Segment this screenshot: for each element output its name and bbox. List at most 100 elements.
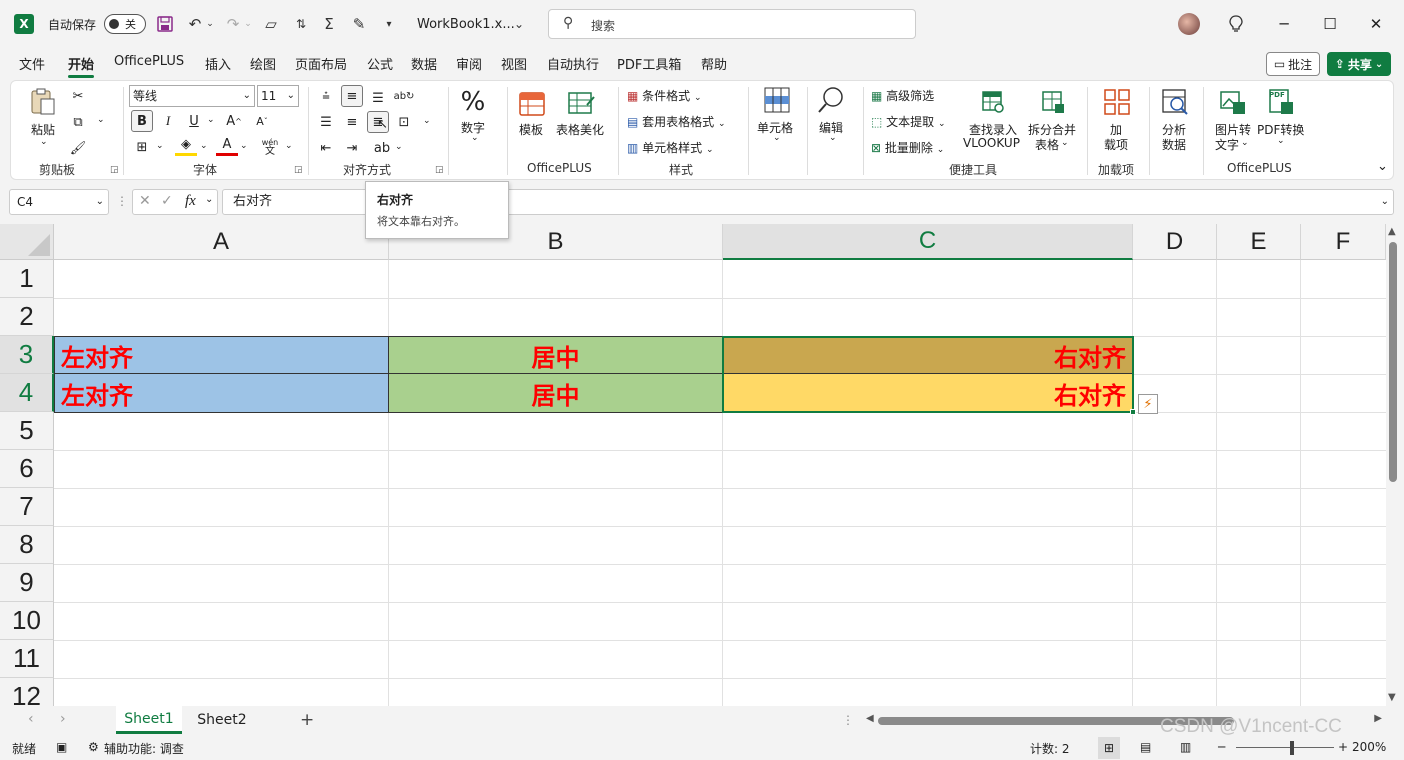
cell-a4[interactable]: 左对齐 xyxy=(54,374,389,413)
split-merge-label-2[interactable]: 表格 xyxy=(1035,136,1059,153)
close-icon[interactable]: ✕ xyxy=(1364,12,1388,36)
phonetic-dropdown-icon[interactable]: ⌄ xyxy=(285,141,293,151)
tab-insert[interactable]: 插入 xyxy=(205,54,231,73)
row-header-6[interactable]: 6 xyxy=(0,450,54,488)
vertical-scroll-thumb[interactable] xyxy=(1389,242,1397,482)
font-color-button[interactable]: A xyxy=(216,136,238,156)
tab-officeplus[interactable]: OfficePLUS xyxy=(114,54,184,69)
fill-color-icon[interactable]: ◈ xyxy=(175,136,197,156)
row-header-9[interactable]: 9 xyxy=(0,564,54,602)
accessibility-status[interactable]: 辅助功能: 调查 xyxy=(104,740,184,757)
scroll-right-icon[interactable]: ▶ xyxy=(1374,713,1382,724)
tab-data[interactable]: 数据 xyxy=(411,54,437,73)
align-center-icon[interactable]: ≡ xyxy=(341,111,363,133)
underline-dropdown-icon[interactable]: ⌄ xyxy=(207,115,215,125)
redo-dropdown-icon[interactable]: ⌄ xyxy=(242,14,254,34)
tab-automate[interactable]: 自动执行 xyxy=(547,54,599,73)
cell-b4[interactable]: 居中 xyxy=(389,374,723,413)
cell-c4[interactable]: 右对齐 xyxy=(723,374,1133,413)
scroll-up-icon[interactable]: ▲ xyxy=(1388,226,1396,237)
tab-draw[interactable]: 绘图 xyxy=(250,54,276,73)
select-all-corner[interactable] xyxy=(0,224,54,260)
customize-qat-icon[interactable]: ▾ xyxy=(378,14,400,34)
formula-bar-splitter-icon[interactable]: ⋮ xyxy=(116,194,128,208)
sort-icon[interactable]: ⇅ xyxy=(290,14,312,34)
column-header-c[interactable]: C xyxy=(723,224,1133,260)
zoom-slider-thumb[interactable] xyxy=(1290,741,1294,755)
analyze-data-icon[interactable] xyxy=(1159,87,1191,117)
sheet-tab-sheet2[interactable]: Sheet2 xyxy=(190,706,254,734)
zoom-out-icon[interactable]: ─ xyxy=(1218,740,1225,754)
quick-analysis-lightning-icon[interactable]: ⚡ xyxy=(1138,394,1158,414)
autosave-toggle[interactable]: 关 xyxy=(104,14,146,34)
format-painter-icon[interactable]: 🖌 xyxy=(67,137,89,159)
font-name-combo[interactable]: 等线 ⌄ xyxy=(129,85,255,107)
bold-button[interactable]: B xyxy=(131,110,153,132)
name-box-dropdown-icon[interactable]: ⌄ xyxy=(96,190,104,214)
save-icon[interactable] xyxy=(154,14,176,34)
italic-button[interactable]: I xyxy=(157,110,179,132)
cell-a3[interactable]: 左对齐 xyxy=(54,336,389,374)
doc-menu-chevron-icon[interactable]: ⌄ xyxy=(508,14,530,34)
clipboard-launcher-icon[interactable]: ◲ xyxy=(110,165,119,175)
image-to-text-dropdown-icon[interactable]: ⌄ xyxy=(1241,138,1249,148)
cells-dropdown-icon[interactable]: ⌄ xyxy=(773,133,781,143)
top-align-icon[interactable]: ⩮ xyxy=(315,85,337,107)
tab-page-layout[interactable]: 页面布局 xyxy=(295,54,347,73)
text-direction-dropdown-icon[interactable]: ⌄ xyxy=(395,142,403,152)
enter-icon[interactable]: ✓ xyxy=(161,193,173,209)
image-to-text-label-2[interactable]: 文字 xyxy=(1215,136,1239,153)
font-color-dropdown-icon[interactable]: ⌄ xyxy=(240,141,248,151)
name-box[interactable]: C4 ⌄ xyxy=(9,189,109,215)
alignment-launcher-icon[interactable]: ◲ xyxy=(435,165,444,175)
vlookup-label-2[interactable]: VLOOKUP xyxy=(963,136,1020,150)
sheet-tab-sheet1[interactable]: Sheet1 xyxy=(116,706,182,734)
merge-center-icon[interactable]: ⊡ xyxy=(393,111,415,133)
font-grow-button[interactable]: A ^ xyxy=(223,110,245,132)
share-button[interactable]: ⇪ 共享 ⌄ xyxy=(1327,52,1391,76)
font-shrink-button[interactable]: Aˇ xyxy=(251,110,273,132)
cells-icon[interactable] xyxy=(761,85,793,115)
tab-review[interactable]: 审阅 xyxy=(456,54,482,73)
row-header-5[interactable]: 5 xyxy=(0,412,54,450)
pdf-convert-dropdown-icon[interactable]: ⌄ xyxy=(1277,136,1285,146)
editing-dropdown-icon[interactable]: ⌄ xyxy=(829,133,837,143)
table-style-button[interactable]: ▤ 套用表格格式 ⌄ xyxy=(627,113,726,130)
borders-icon[interactable]: ⊞ xyxy=(131,136,153,158)
page-break-view-icon[interactable]: ▥ xyxy=(1180,740,1191,754)
user-avatar[interactable] xyxy=(1178,13,1200,35)
phonetic-guide-icon[interactable]: wén 文 xyxy=(259,136,281,158)
insert-function-icon[interactable]: fx xyxy=(185,193,196,210)
font-size-combo[interactable]: 11 ⌄ xyxy=(257,85,299,107)
maximize-icon[interactable]: ☐ xyxy=(1318,12,1342,36)
fill-color-dropdown-icon[interactable]: ⌄ xyxy=(200,141,208,151)
ribbon-collapse-icon[interactable]: ⌄ xyxy=(1377,159,1388,174)
formula-expand-icon[interactable]: ⌄ xyxy=(1381,190,1389,214)
sum-icon[interactable]: Σ xyxy=(318,14,340,34)
column-header-a[interactable]: A xyxy=(54,224,389,260)
lightbulb-icon[interactable] xyxy=(1224,12,1248,36)
prev-sheet-icon[interactable]: ‹ xyxy=(28,711,34,727)
comments-button[interactable]: ▭ 批注 xyxy=(1266,52,1320,76)
row-header-4[interactable]: 4 xyxy=(0,374,54,412)
vertical-scrollbar[interactable]: ▲ ▼ xyxy=(1386,224,1404,706)
bottom-align-icon[interactable]: ☰ xyxy=(367,87,389,109)
text-direction-icon[interactable]: ab xyxy=(371,137,393,159)
underline-button[interactable]: U xyxy=(183,110,205,132)
next-sheet-icon[interactable]: › xyxy=(60,711,66,727)
advanced-filter-button[interactable]: ▦ 高级筛选 xyxy=(871,87,934,104)
percent-icon[interactable]: % xyxy=(457,87,489,117)
tab-pdf-toolbox[interactable]: PDF工具箱 xyxy=(617,54,681,73)
normal-view-icon[interactable]: ⊞ xyxy=(1098,737,1120,759)
table-beautify-icon[interactable] xyxy=(565,89,597,119)
copy-dropdown-icon[interactable]: ⌄ xyxy=(97,115,105,125)
spreadsheet-grid[interactable]: A B C D E F 1 2 3 4 5 6 7 8 9 10 11 12 左… xyxy=(0,224,1386,706)
addins-icon[interactable] xyxy=(1101,87,1133,117)
analyze-label-2[interactable]: 数据 xyxy=(1162,136,1186,153)
conditional-format-button[interactable]: ▦ 条件格式 ⌄ xyxy=(627,87,702,104)
batch-delete-button[interactable]: ⊠ 批量删除 ⌄ xyxy=(871,139,944,156)
zoom-level[interactable]: 200% xyxy=(1352,740,1386,754)
tab-splitter-icon[interactable]: ⋮ xyxy=(842,713,854,727)
cancel-icon[interactable]: ✕ xyxy=(139,193,151,209)
vlookup-icon[interactable] xyxy=(977,87,1009,117)
